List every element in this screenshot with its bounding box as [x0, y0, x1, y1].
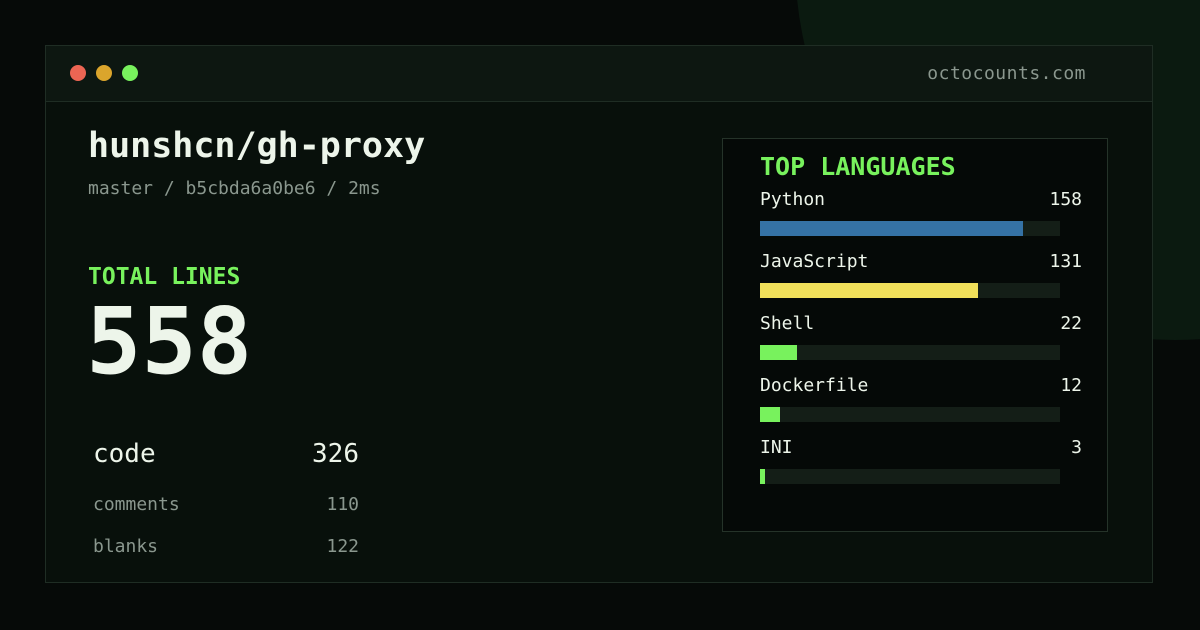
close-dot-icon	[70, 65, 86, 81]
repo-title: hunshcn/gh-proxy	[88, 126, 426, 166]
maximize-dot-icon	[122, 65, 138, 81]
language-bar-fill	[760, 345, 797, 360]
language-bar-track	[760, 345, 1060, 360]
language-bar-track	[760, 283, 1060, 298]
top-languages-title: TOP LANGUAGES	[760, 152, 956, 181]
language-name: Dockerfile	[760, 375, 869, 396]
site-url: octocounts.com	[927, 63, 1086, 84]
stat-comments-value: 110	[326, 494, 359, 515]
language-bar-track	[760, 407, 1060, 422]
language-name: INI	[760, 437, 793, 458]
language-count: 22	[1060, 313, 1082, 334]
stat-code-value: 326	[312, 439, 359, 469]
language-count: 12	[1060, 375, 1082, 396]
language-name: Python	[760, 189, 826, 210]
total-lines-value: 558	[86, 288, 253, 395]
language-row-ini: INI 3	[760, 437, 1082, 493]
language-count: 131	[1049, 251, 1082, 272]
language-bar-fill	[760, 221, 1023, 236]
repo-card-window: octocounts.com hunshcn/gh-proxy master /…	[45, 45, 1153, 583]
language-row-shell: Shell 22	[760, 313, 1082, 369]
language-name: Shell	[760, 313, 815, 334]
language-row-python: Python 158	[760, 189, 1082, 245]
total-lines-label: TOTAL LINES	[88, 264, 241, 290]
language-bar-fill	[760, 469, 765, 484]
stat-blanks-label: blanks	[93, 536, 159, 557]
stat-code-label: code	[93, 439, 156, 469]
language-bar-fill	[760, 407, 780, 422]
language-bar-track	[760, 221, 1060, 236]
top-languages-panel: TOP LANGUAGES Python 158 JavaScript 131 …	[722, 138, 1108, 532]
language-row-javascript: JavaScript 131	[760, 251, 1082, 307]
language-name: JavaScript	[760, 251, 869, 272]
stat-blanks-value: 122	[326, 536, 359, 557]
stat-comments-label: comments	[93, 494, 180, 515]
language-row-dockerfile: Dockerfile 12	[760, 375, 1082, 431]
window-titlebar: octocounts.com	[46, 46, 1152, 102]
language-bar-track	[760, 469, 1060, 484]
language-bar-fill	[760, 283, 978, 298]
language-count: 3	[1071, 437, 1082, 458]
minimize-dot-icon	[96, 65, 112, 81]
repo-meta: master / b5cbda6a0be6 / 2ms	[88, 178, 381, 199]
page: octocounts.com hunshcn/gh-proxy master /…	[0, 0, 1200, 630]
language-count: 158	[1049, 189, 1082, 210]
